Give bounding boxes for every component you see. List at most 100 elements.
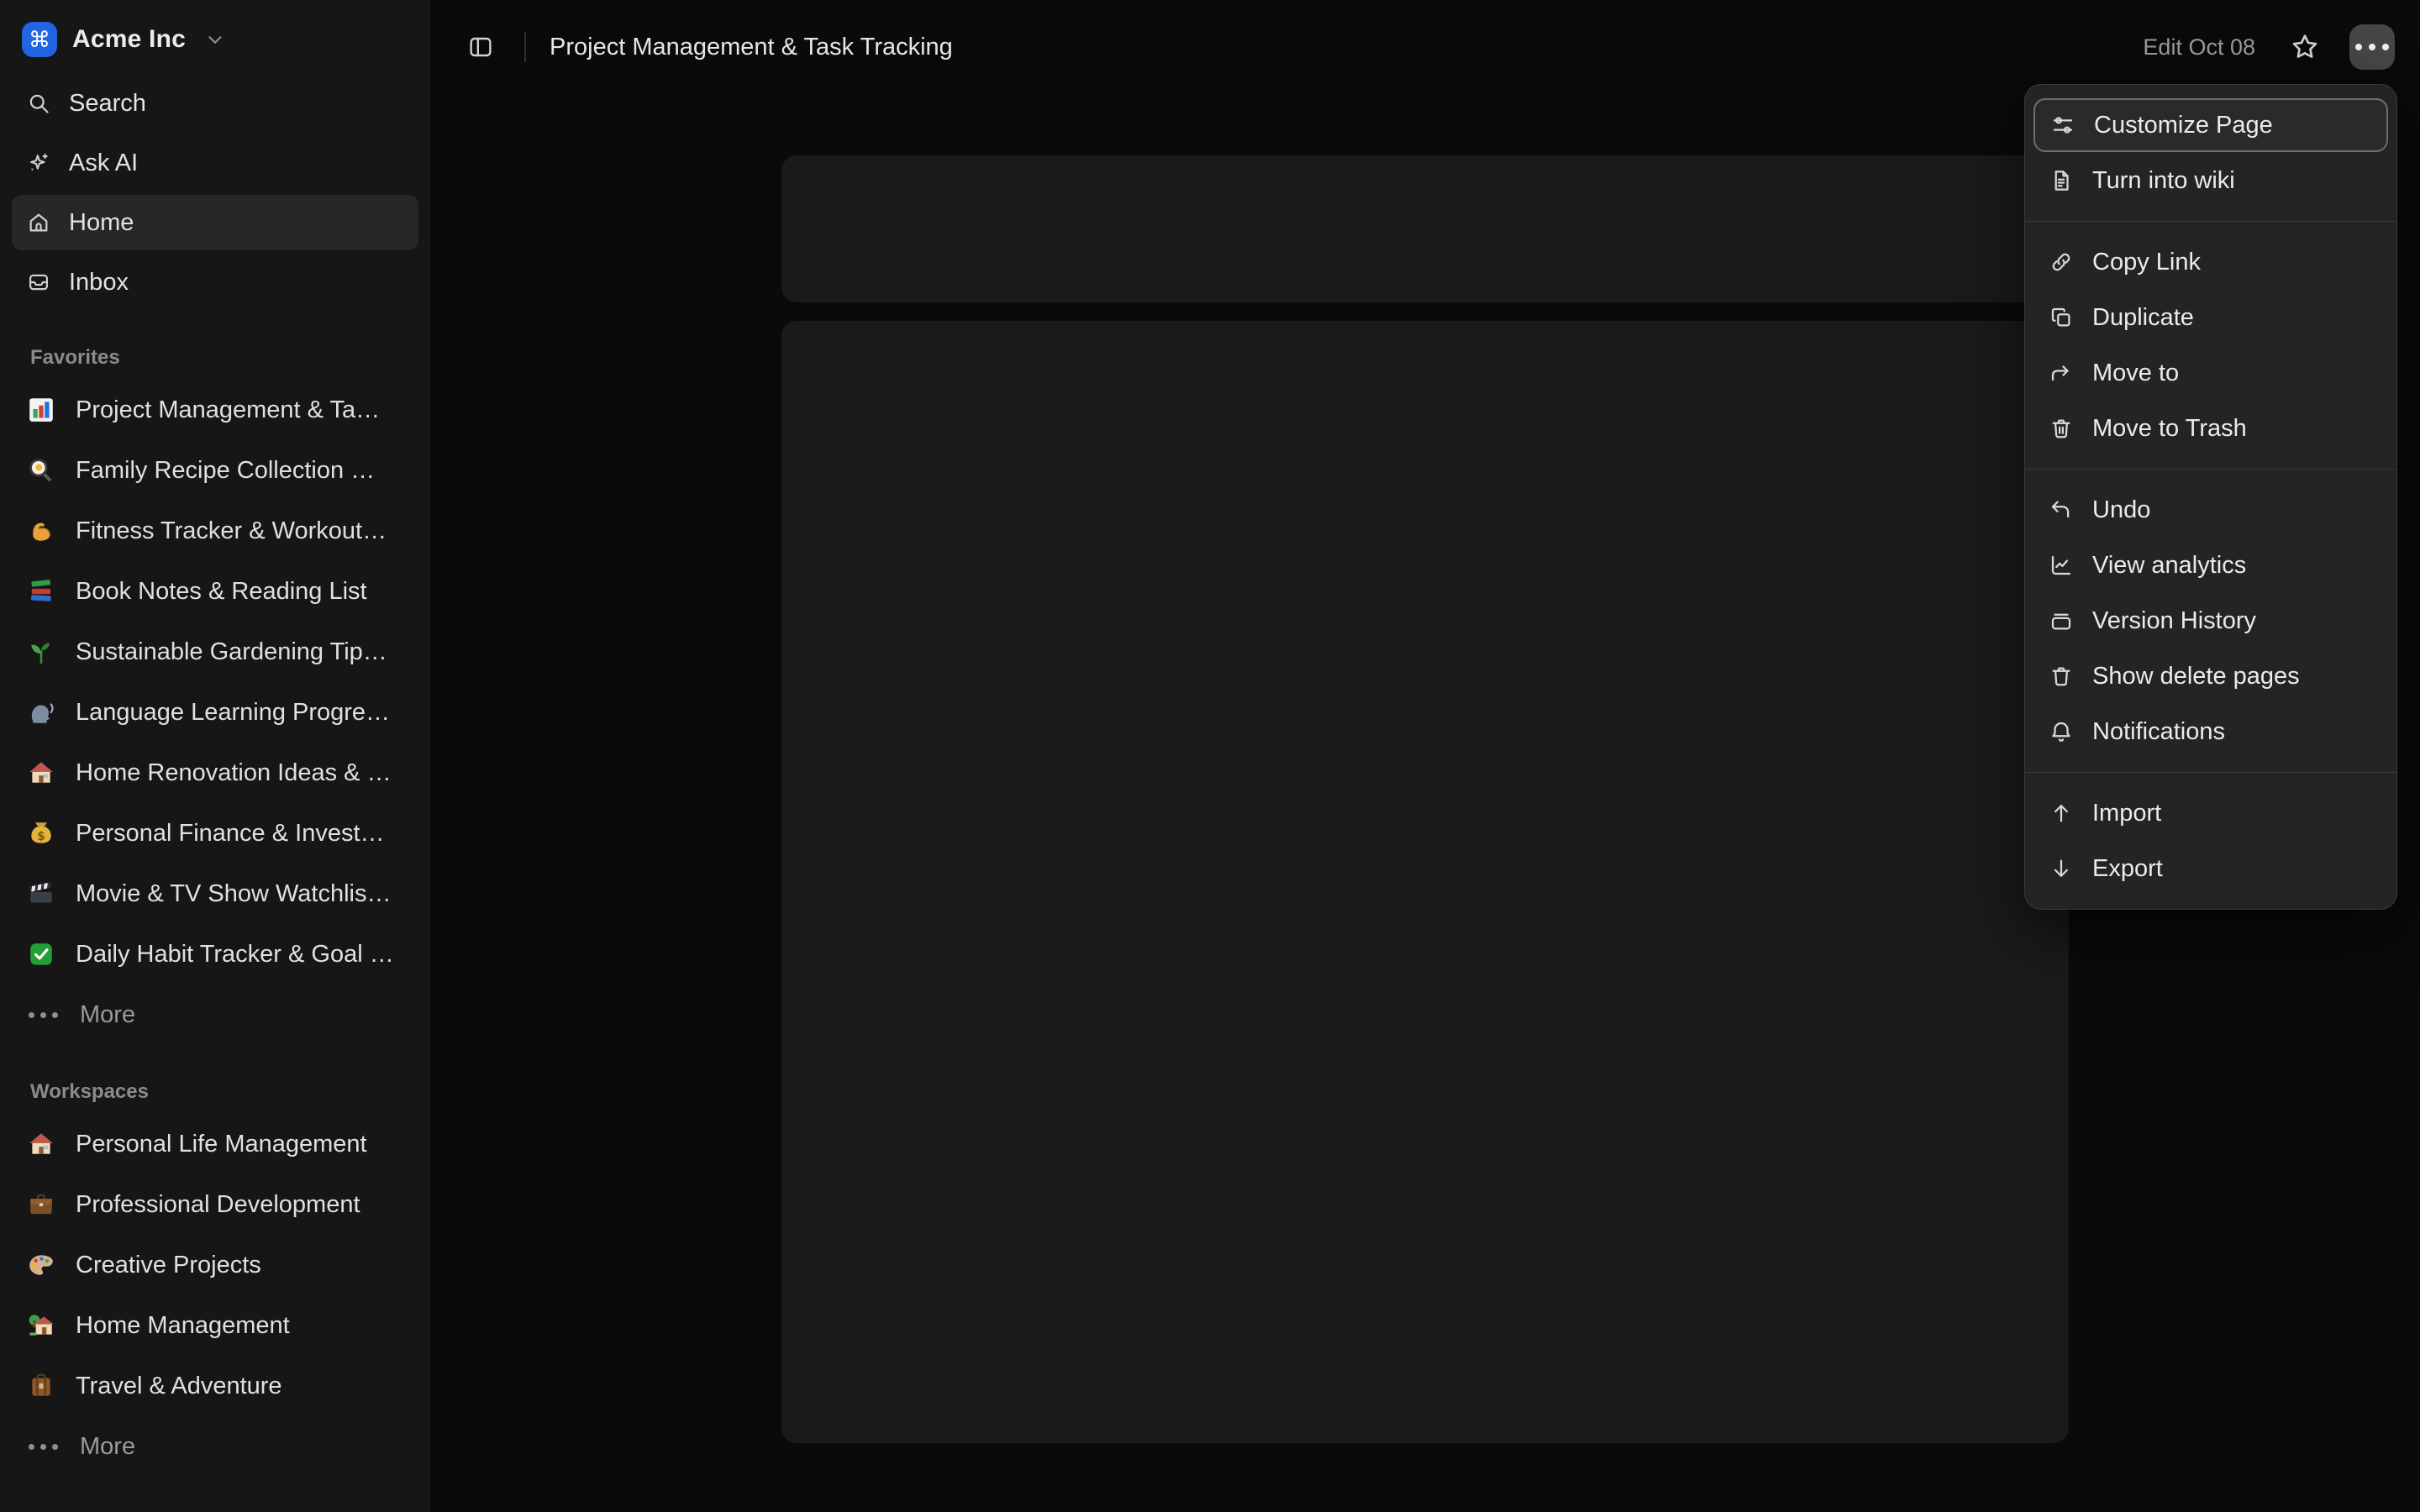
favorite-page-language-learning[interactable]: Language Learning Progre… xyxy=(12,683,418,742)
workspace-switcher[interactable]: ⌘ Acme Inc xyxy=(0,0,430,69)
favorite-page-project-management[interactable]: Project Management & Ta… xyxy=(12,381,418,439)
menu-item-label: Export xyxy=(2092,855,2163,883)
menu-item-version-history[interactable]: Version History xyxy=(2033,594,2388,648)
sidebar-item-search[interactable]: Search xyxy=(12,76,418,131)
workspace-item-creative-projects[interactable]: Creative Projects xyxy=(12,1236,418,1294)
sidebar-item-ask-ai[interactable]: Ask AI xyxy=(12,135,418,191)
menu-item-undo[interactable]: Undo xyxy=(2033,483,2388,537)
books-emoji-icon xyxy=(25,575,57,607)
menu-section: Copy Link Duplicate Move to Move to Tras… xyxy=(2025,221,2396,469)
page-options-button[interactable] xyxy=(2349,24,2395,70)
arrow-down-icon xyxy=(2049,856,2074,881)
sidebar-nav: Search Ask AI Home Inbox xyxy=(0,69,430,310)
menu-item-label: Duplicate xyxy=(2092,304,2194,332)
workspace-item-label: Creative Projects xyxy=(76,1252,261,1279)
workspace-logo: ⌘ xyxy=(22,22,57,57)
workspace-item-label: Home Management xyxy=(76,1312,290,1340)
menu-section: Undo View analytics Version History Show… xyxy=(2025,469,2396,772)
favorite-page-label: Movie & TV Show Watchlis… xyxy=(76,880,392,908)
menu-item-turn-into-wiki[interactable]: Turn into wiki xyxy=(2033,154,2388,207)
menu-item-import[interactable]: Import xyxy=(2033,786,2388,840)
menu-item-label: Turn into wiki xyxy=(2092,167,2235,195)
menu-item-copy-link[interactable]: Copy Link xyxy=(2033,235,2388,289)
more-label: More xyxy=(80,1001,135,1029)
menu-item-view-analytics[interactable]: View analytics xyxy=(2033,538,2388,592)
speaking-head-emoji-icon xyxy=(25,696,57,728)
favorite-page-label: Project Management & Ta… xyxy=(76,396,380,424)
sidebar-item-label: Home xyxy=(69,209,134,237)
move-to-icon xyxy=(2049,360,2074,386)
briefcase-emoji-icon xyxy=(25,1189,57,1221)
sidebar-item-home[interactable]: Home xyxy=(12,195,418,250)
favorites-more-button[interactable]: More xyxy=(12,985,418,1044)
page-options-menu: Customize Page Turn into wiki Copy Link xyxy=(2024,84,2397,910)
sidebar-item-label: Inbox xyxy=(69,269,129,297)
undo-icon xyxy=(2049,497,2074,522)
ellipsis-icon xyxy=(25,1444,61,1450)
ask-ai-icon xyxy=(27,151,50,175)
ellipsis-icon xyxy=(2355,44,2389,50)
link-icon xyxy=(2049,249,2074,275)
menu-item-notifications[interactable]: Notifications xyxy=(2033,705,2388,759)
favorite-page-label: Language Learning Progre… xyxy=(76,699,390,727)
menu-item-label: Version History xyxy=(2092,607,2256,635)
menu-item-duplicate[interactable]: Duplicate xyxy=(2033,291,2388,344)
menu-item-export[interactable]: Export xyxy=(2033,842,2388,895)
favorite-page-label: Family Recipe Collection … xyxy=(76,457,375,485)
menu-item-label: Copy Link xyxy=(2092,249,2201,276)
menu-item-label: Customize Page xyxy=(2094,112,2273,139)
house-emoji-icon xyxy=(25,757,57,789)
workspaces-section: Workspaces Personal Life Management Prof… xyxy=(0,1079,430,1476)
house-garden-emoji-icon xyxy=(25,1310,57,1341)
menu-item-move-to-trash[interactable]: Move to Trash xyxy=(2033,402,2388,455)
page-header: Project Management & Task Tracking Edit … xyxy=(430,0,2420,94)
menu-item-move-to[interactable]: Move to xyxy=(2033,346,2388,400)
page-title: Project Management & Task Tracking xyxy=(550,34,953,61)
workspace-item-personal-life[interactable]: Personal Life Management xyxy=(12,1115,418,1173)
sidebar-item-label: Search xyxy=(69,90,146,118)
workspaces-more-button[interactable]: More xyxy=(12,1417,418,1476)
favorites-section-title: Favorites xyxy=(0,345,430,370)
favorite-page-gardening-tips[interactable]: Sustainable Gardening Tip… xyxy=(12,622,418,681)
clapper-board-emoji-icon xyxy=(25,878,57,910)
favorite-page-habit-tracker[interactable]: Daily Habit Tracker & Goal … xyxy=(12,925,418,984)
favorite-page-label: Home Renovation Ideas & … xyxy=(76,759,392,787)
favorite-page-movie-watchlist[interactable]: Movie & TV Show Watchlis… xyxy=(12,864,418,923)
search-icon xyxy=(27,92,50,115)
workspace-item-label: Travel & Adventure xyxy=(76,1373,282,1400)
workspace-item-home-management[interactable]: Home Management xyxy=(12,1296,418,1355)
home-icon xyxy=(27,211,50,234)
menu-item-label: Move to xyxy=(2092,360,2179,387)
money-bag-emoji-icon: $ xyxy=(25,817,57,849)
sidebar-toggle-icon[interactable] xyxy=(460,27,501,67)
star-icon[interactable] xyxy=(2289,31,2321,63)
menu-item-label: Show delete pages xyxy=(2092,663,2300,690)
favorite-page-home-renovation[interactable]: Home Renovation Ideas & … xyxy=(12,743,418,802)
workspace-item-label: Personal Life Management xyxy=(76,1131,367,1158)
favorite-page-label: Daily Habit Tracker & Goal … xyxy=(76,941,394,969)
version-history-icon xyxy=(2049,608,2074,633)
menu-item-show-delete-pages[interactable]: Show delete pages xyxy=(2033,649,2388,703)
menu-item-customize-page[interactable]: Customize Page xyxy=(2033,98,2388,152)
favorite-page-fitness-tracker[interactable]: Fitness Tracker & Workout… xyxy=(12,501,418,560)
duplicate-icon xyxy=(2049,305,2074,330)
workspace-name: Acme Inc xyxy=(72,25,186,54)
favorite-page-personal-finance[interactable]: $ Personal Finance & Invest… xyxy=(12,804,418,863)
more-label: More xyxy=(80,1433,135,1461)
workspace-item-travel[interactable]: Travel & Adventure xyxy=(12,1357,418,1415)
page-content-block-main xyxy=(781,321,2069,1443)
sliders-icon xyxy=(2050,113,2075,138)
menu-item-label: Undo xyxy=(2092,496,2150,524)
chevron-down-icon xyxy=(204,29,226,50)
favorites-section: Favorites Project Management & Ta… Famil… xyxy=(0,345,430,1044)
analytics-icon xyxy=(2049,553,2074,578)
workspace-item-professional-dev[interactable]: Professional Development xyxy=(12,1175,418,1234)
menu-item-label: Notifications xyxy=(2092,718,2225,746)
favorite-page-family-recipes[interactable]: Family Recipe Collection … xyxy=(12,441,418,500)
favorite-page-label: Personal Finance & Invest… xyxy=(76,820,385,848)
app-window: ⌘ Acme Inc Search Ask AI xyxy=(0,0,2420,1512)
sidebar-item-inbox[interactable]: Inbox xyxy=(12,255,418,310)
command-icon: ⌘ xyxy=(29,29,50,50)
menu-item-label: Move to Trash xyxy=(2092,415,2247,443)
favorite-page-book-notes[interactable]: Book Notes & Reading List xyxy=(12,562,418,621)
